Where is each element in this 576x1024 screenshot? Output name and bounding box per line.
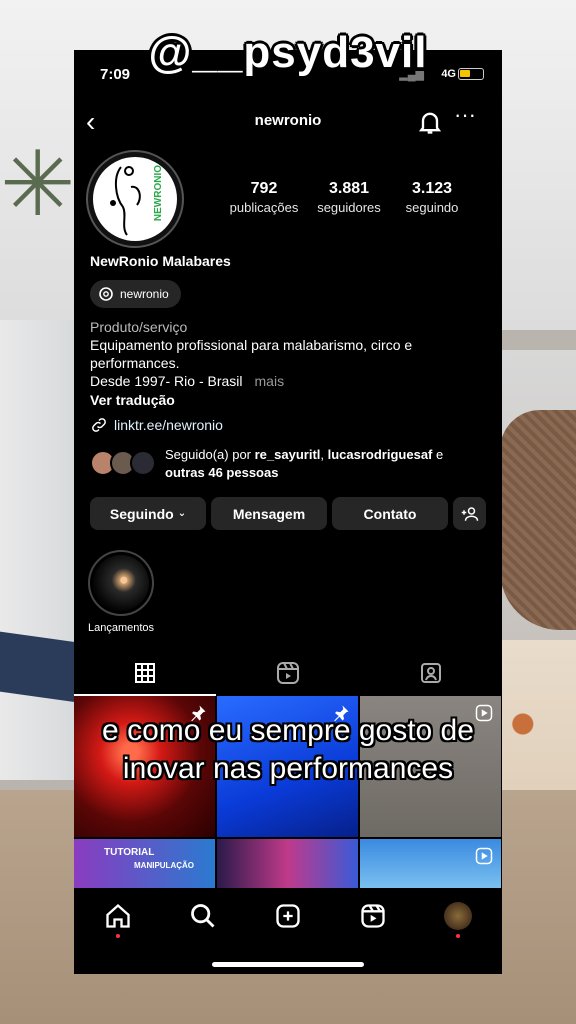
followed-and: e	[432, 447, 444, 462]
posts-label: publicações	[229, 200, 299, 215]
bio-more-link[interactable]: mais	[255, 373, 285, 389]
home-indicator	[212, 962, 364, 967]
tagged-icon	[421, 663, 441, 683]
message-button[interactable]: Mensagem	[211, 497, 327, 530]
followed-user-1[interactable]: re_sayuritl	[255, 447, 321, 462]
post-thumbnail[interactable]	[217, 839, 358, 888]
more-horizontal-icon[interactable]: ···	[454, 102, 476, 128]
profile-category: Produto/serviço	[90, 319, 188, 335]
profile-link[interactable]: linktr.ee/newronio	[90, 416, 223, 434]
caption-line-2: inovar nas performances	[122, 752, 454, 785]
plus-square-icon[interactable]	[274, 902, 302, 930]
stat-posts[interactable]: 792 publicações	[224, 180, 304, 215]
caption-line-1: e como eu sempre gosto de	[102, 714, 474, 747]
highlight-label: Lançamentos	[87, 622, 155, 634]
bio-line-3: Desde 1997- Rio - Brasil	[90, 373, 243, 389]
contact-label: Contato	[363, 505, 417, 522]
profile-tabs	[74, 650, 502, 696]
home-icon[interactable]	[104, 902, 132, 930]
followed-others[interactable]: outras 46 pessoas	[165, 465, 278, 480]
stat-following[interactable]: 3.123 seguindo	[394, 180, 470, 215]
reels-icon	[277, 662, 299, 684]
tutorial-subtext: MANIPULAÇÃO	[134, 861, 194, 870]
following-label: Seguindo	[109, 505, 174, 522]
following-label: seguindo	[405, 200, 459, 215]
followed-prefix: Seguido(a) por	[165, 447, 255, 462]
avatar-logo: NEWRONIO	[93, 157, 177, 241]
message-label: Mensagem	[232, 505, 306, 522]
highlight-cover	[93, 555, 149, 611]
see-translation-link[interactable]: Ver tradução	[90, 392, 175, 408]
notification-dot	[116, 934, 120, 938]
reels-icon	[475, 847, 493, 865]
follower-avatar	[130, 450, 156, 476]
add-user-button[interactable]	[453, 497, 486, 530]
tab-grid[interactable]	[74, 650, 216, 696]
bio-line-1: Equipamento profissional para malabarism…	[90, 337, 413, 353]
grid-icon	[135, 663, 155, 683]
posts-count: 792	[250, 180, 278, 197]
juggler-drawing-icon	[110, 166, 141, 236]
link-icon	[92, 418, 106, 432]
post-thumbnail[interactable]: TUTORIAL MANIPULAÇÃO	[74, 839, 215, 888]
followed-by-text: Seguido(a) por re_sayuritl, lucasrodrigu…	[165, 446, 495, 482]
stat-followers[interactable]: 3.881 seguidores	[308, 180, 390, 215]
profile-header: ‹ newronio ···	[74, 102, 502, 142]
blanket	[500, 410, 576, 630]
highlight-ring	[88, 550, 154, 616]
video-caption: e como eu sempre gosto de inovar nas per…	[0, 712, 576, 788]
post-thumbnail[interactable]	[360, 839, 501, 888]
followed-separator: ,	[320, 447, 328, 462]
tab-reels[interactable]	[217, 650, 359, 696]
profile-bio: Produto/serviço Equipamento profissional…	[90, 318, 490, 390]
tutorial-text: TUTORIAL	[104, 847, 155, 858]
threads-handle: newronio	[120, 287, 169, 301]
threads-icon	[99, 287, 113, 301]
bio-line-2: performances.	[90, 355, 180, 371]
followed-user-2[interactable]: lucasrodriguesaf	[328, 447, 433, 462]
story-highlight[interactable]: Lançamentos	[88, 550, 154, 634]
reels-icon[interactable]	[359, 902, 387, 930]
watermark-text: @__psyd3vil	[148, 28, 428, 77]
avatar[interactable]: NEWRONIO	[86, 150, 184, 248]
profile-full-name: NewRonio Malabares	[90, 253, 231, 269]
add-user-icon	[461, 506, 478, 521]
followed-by[interactable]: Seguido(a) por re_sayuritl, lucasrodrigu…	[90, 446, 490, 486]
profile-link-text: linktr.ee/newronio	[114, 417, 223, 433]
palm-tree: ✳	[0, 135, 76, 235]
followers-label: seguidores	[317, 200, 381, 215]
followers-count: 3.881	[328, 180, 370, 197]
contact-button[interactable]: Contato	[332, 497, 448, 530]
instagram-profile-screen: 7:09 ▂▄▆ 4G ‹ newronio ··· NEWRONIO 792 …	[74, 50, 502, 974]
bell-icon[interactable]	[416, 108, 444, 136]
logo-text: NEWRONIO	[153, 165, 164, 222]
profile-avatar-tab[interactable]	[444, 902, 472, 930]
notification-dot	[456, 934, 460, 938]
tab-tagged[interactable]	[360, 650, 502, 696]
chevron-down-icon: ⌄	[177, 508, 187, 519]
threads-badge[interactable]: newronio	[90, 280, 181, 308]
following-count: 3.123	[411, 180, 453, 197]
bottom-navigation	[74, 888, 502, 944]
search-icon[interactable]	[189, 902, 217, 930]
following-button[interactable]: Seguindo ⌄	[90, 497, 206, 530]
